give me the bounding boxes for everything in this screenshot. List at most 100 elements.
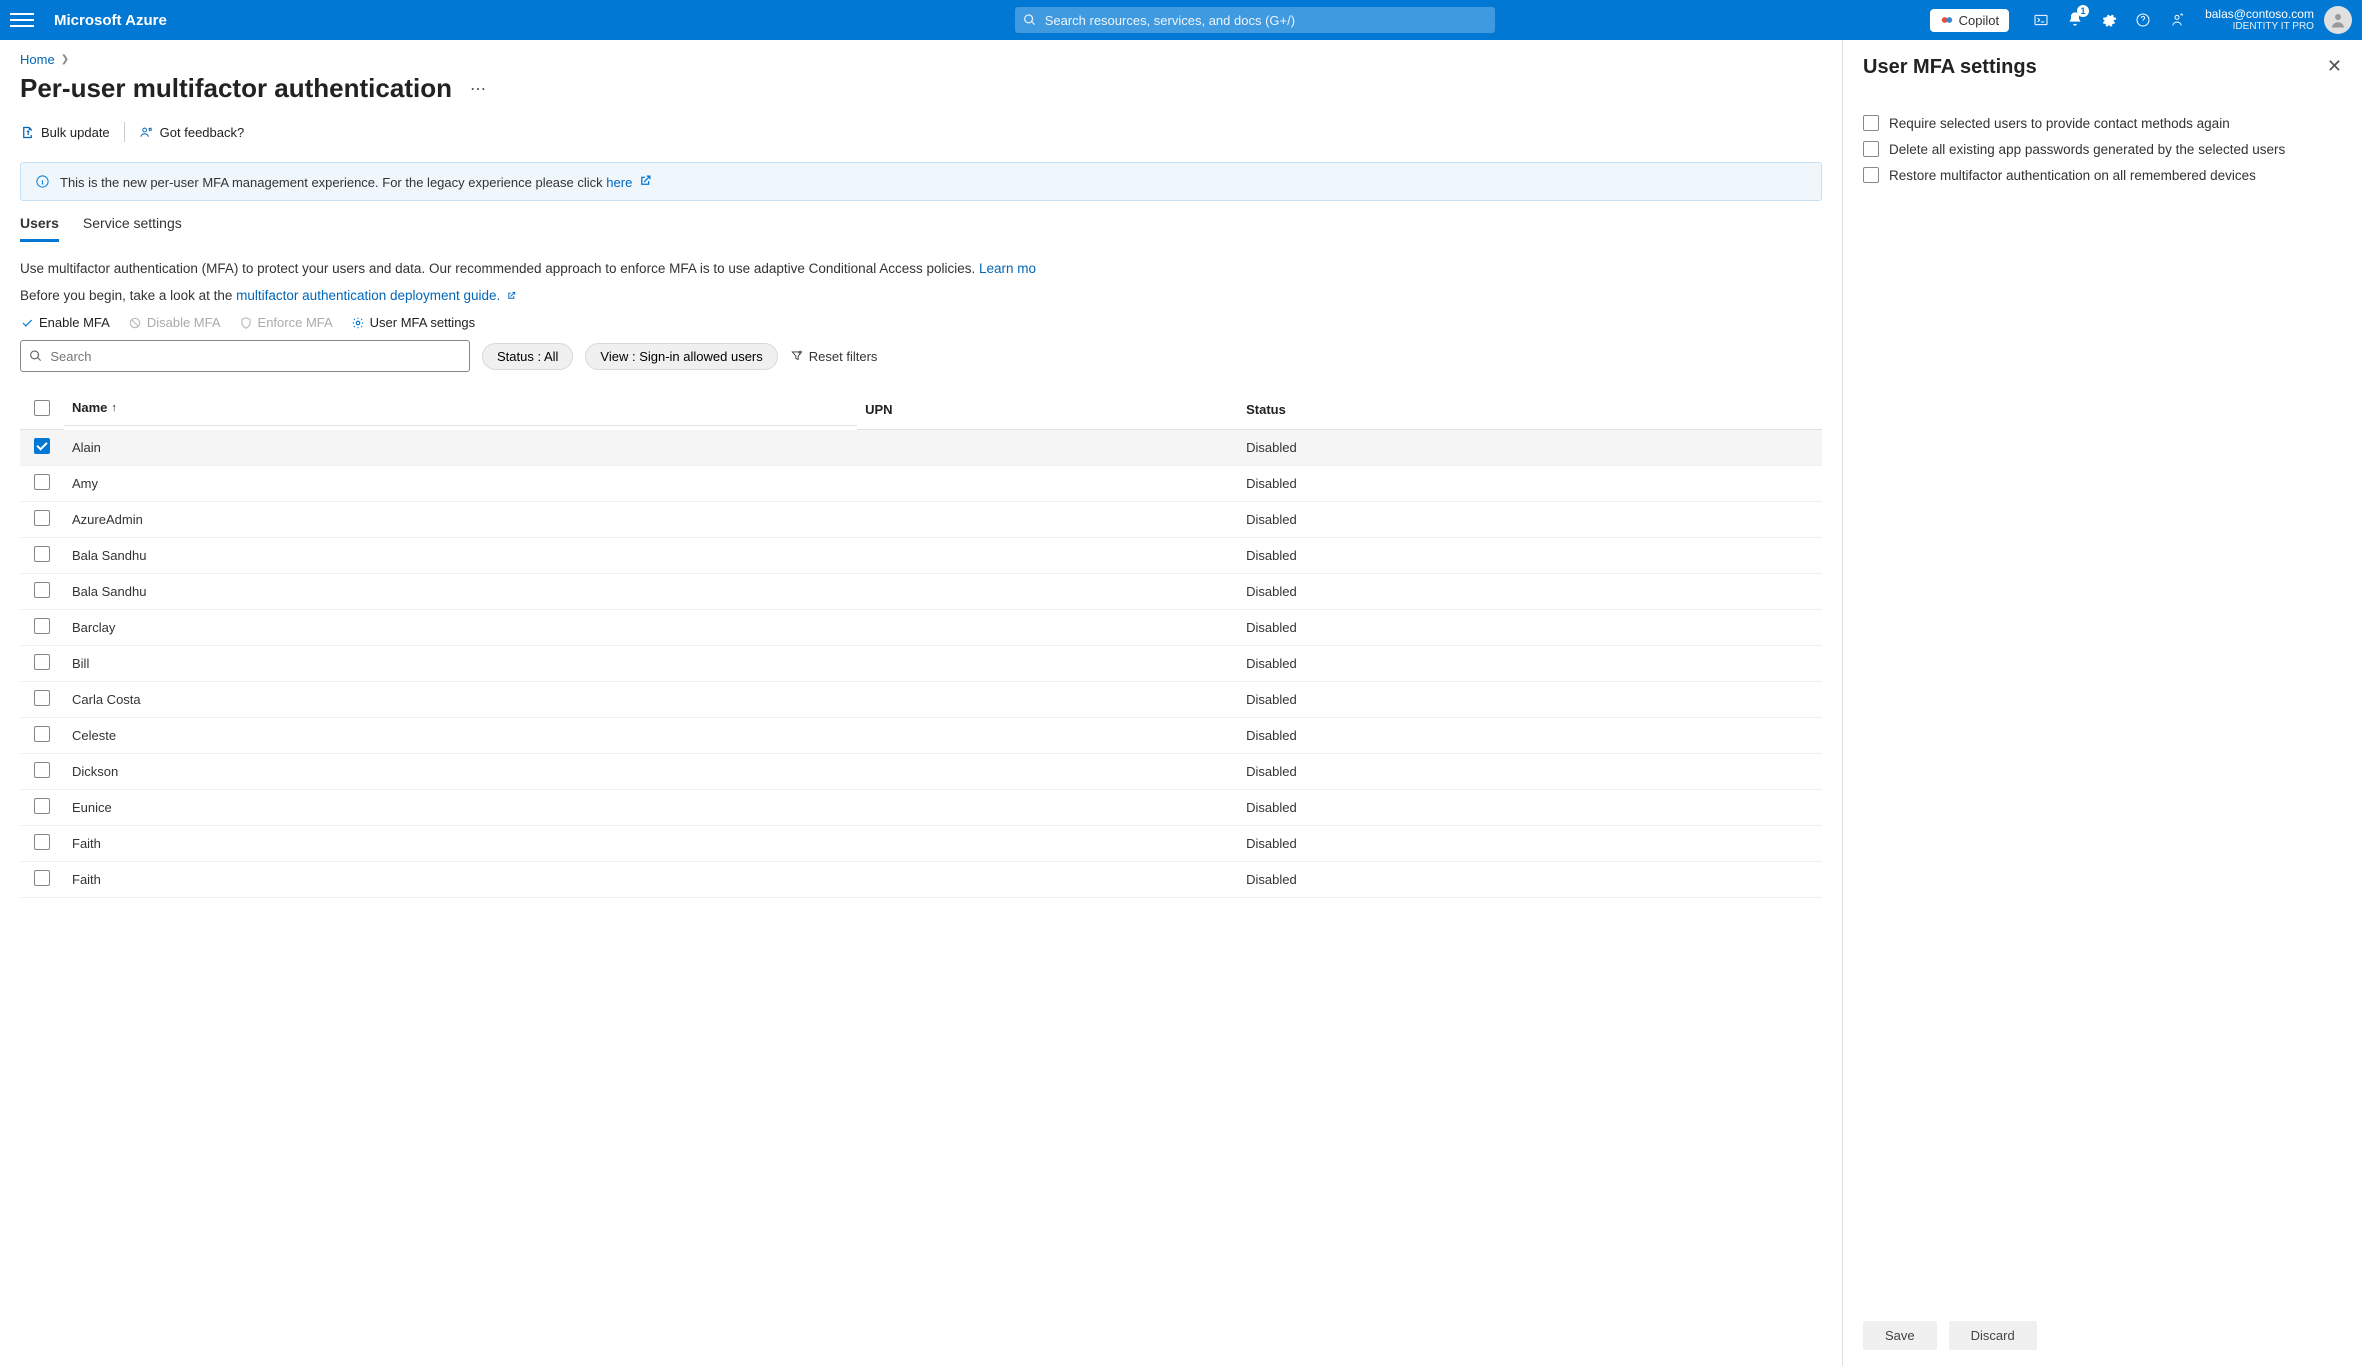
user-mfa-settings-button[interactable]: User MFA settings [351, 315, 475, 330]
table-row[interactable]: BillDisabled [20, 646, 1822, 682]
row-checkbox[interactable] [34, 510, 50, 526]
row-upn [857, 538, 1238, 574]
table-row[interactable]: EuniceDisabled [20, 790, 1822, 826]
page-title-row: Per-user multifactor authentication ⋯ [20, 73, 1822, 104]
intro-line-2: Before you begin, take a look at the mul… [20, 288, 1822, 303]
column-upn[interactable]: UPN [857, 390, 1238, 430]
info-text: This is the new per-user MFA management … [60, 173, 653, 190]
avatar[interactable] [2324, 6, 2352, 34]
help-icon[interactable] [2135, 12, 2151, 28]
column-name-label: Name [72, 400, 107, 415]
users-table: Name ↑ UPN Status AlainDisabledAmyDisabl… [20, 390, 1822, 898]
feedback-button[interactable]: Got feedback? [139, 125, 245, 140]
tab-users[interactable]: Users [20, 215, 59, 242]
brand-label[interactable]: Microsoft Azure [54, 12, 167, 29]
table-row[interactable]: BarclayDisabled [20, 610, 1822, 646]
intro-text-2: Before you begin, take a look at the [20, 288, 236, 303]
user-mfa-settings-label: User MFA settings [370, 315, 475, 330]
row-checkbox[interactable] [34, 726, 50, 742]
row-checkbox[interactable] [34, 582, 50, 598]
shield-icon [239, 316, 253, 330]
panel-option-3[interactable]: Restore multifactor authentication on al… [1863, 167, 2342, 183]
discard-button[interactable]: Discard [1949, 1321, 2037, 1350]
table-row[interactable]: Bala SandhuDisabled [20, 574, 1822, 610]
row-checkbox[interactable] [34, 690, 50, 706]
deployment-guide-link[interactable]: multifactor authentication deployment gu… [236, 288, 500, 303]
panel-footer: Save Discard [1863, 1301, 2342, 1350]
cloud-shell-icon[interactable] [2033, 12, 2049, 28]
command-bar: Bulk update Got feedback? [20, 122, 1822, 142]
row-checkbox[interactable] [34, 546, 50, 562]
tab-service-settings[interactable]: Service settings [83, 215, 182, 242]
row-name: Carla Costa [64, 682, 857, 718]
notifications-button[interactable]: 1 [2067, 11, 2083, 30]
main-content: Home ❯ Per-user multifactor authenticati… [0, 40, 1842, 1366]
panel-option-3-label: Restore multifactor authentication on al… [1889, 168, 2256, 183]
enforce-mfa-label: Enforce MFA [258, 315, 333, 330]
user-search-input[interactable] [50, 349, 461, 364]
topbar: Microsoft Azure Copilot 1 balas@contoso.… [0, 0, 2362, 40]
user-account[interactable]: balas@contoso.com IDENTITY IT PRO [2205, 7, 2314, 33]
breadcrumb-home[interactable]: Home [20, 52, 55, 67]
user-search[interactable] [20, 340, 470, 372]
feedback-icon [139, 125, 154, 140]
status-filter-pill[interactable]: Status : All [482, 343, 573, 370]
view-filter-pill[interactable]: View : Sign-in allowed users [585, 343, 777, 370]
row-upn [857, 682, 1238, 718]
bulk-update-button[interactable]: Bulk update [20, 125, 110, 140]
row-name: Celeste [64, 718, 857, 754]
gear-icon[interactable] [2101, 12, 2117, 28]
enable-mfa-label: Enable MFA [39, 315, 110, 330]
more-actions-icon[interactable]: ⋯ [470, 79, 486, 99]
notification-badge: 1 [2077, 5, 2089, 17]
row-checkbox[interactable] [34, 654, 50, 670]
row-checkbox[interactable] [34, 870, 50, 886]
enable-mfa-button[interactable]: Enable MFA [20, 315, 110, 330]
table-row[interactable]: FaithDisabled [20, 862, 1822, 898]
disable-mfa-label: Disable MFA [147, 315, 221, 330]
save-button[interactable]: Save [1863, 1321, 1937, 1350]
row-checkbox[interactable] [34, 834, 50, 850]
search-icon [29, 349, 42, 363]
table-row[interactable]: AzureAdminDisabled [20, 502, 1822, 538]
tabs: Users Service settings [20, 215, 1822, 243]
table-row[interactable]: Bala SandhuDisabled [20, 538, 1822, 574]
panel-option-1[interactable]: Require selected users to provide contac… [1863, 115, 2342, 131]
learn-more-link[interactable]: Learn mo [979, 261, 1036, 276]
checkbox-restore-mfa[interactable] [1863, 167, 1879, 183]
row-checkbox[interactable] [34, 798, 50, 814]
close-icon[interactable]: ✕ [2327, 56, 2342, 77]
select-all-checkbox[interactable] [34, 400, 50, 416]
row-checkbox[interactable] [34, 438, 50, 454]
table-row[interactable]: CelesteDisabled [20, 718, 1822, 754]
row-upn [857, 502, 1238, 538]
row-checkbox[interactable] [34, 474, 50, 490]
panel-option-2[interactable]: Delete all existing app passwords genera… [1863, 141, 2342, 157]
column-status[interactable]: Status [1238, 390, 1822, 430]
row-checkbox[interactable] [34, 762, 50, 778]
column-name[interactable]: Name ↑ [64, 390, 857, 426]
global-search-input[interactable] [1045, 13, 1488, 28]
table-row[interactable]: AlainDisabled [20, 430, 1822, 466]
hamburger-menu-icon[interactable] [10, 8, 34, 32]
info-banner: This is the new per-user MFA management … [20, 162, 1822, 201]
row-upn [857, 646, 1238, 682]
checkbox-delete-passwords[interactable] [1863, 141, 1879, 157]
chevron-right-icon: ❯ [61, 54, 69, 65]
bulk-update-label: Bulk update [41, 125, 110, 140]
table-row[interactable]: FaithDisabled [20, 826, 1822, 862]
info-text-body: This is the new per-user MFA management … [60, 175, 606, 190]
info-banner-link[interactable]: here [606, 175, 632, 190]
table-row[interactable]: Carla CostaDisabled [20, 682, 1822, 718]
checkbox-require-contact[interactable] [1863, 115, 1879, 131]
table-row[interactable]: AmyDisabled [20, 466, 1822, 502]
global-search-box[interactable] [1015, 7, 1495, 33]
row-status: Disabled [1238, 646, 1822, 682]
copilot-button[interactable]: Copilot [1930, 9, 2009, 32]
table-row[interactable]: DicksonDisabled [20, 754, 1822, 790]
page-title: Per-user multifactor authentication [20, 73, 452, 104]
info-icon [35, 174, 50, 189]
reset-filters-button[interactable]: Reset filters [790, 349, 878, 364]
row-checkbox[interactable] [34, 618, 50, 634]
feedback-person-icon[interactable] [2169, 12, 2185, 28]
